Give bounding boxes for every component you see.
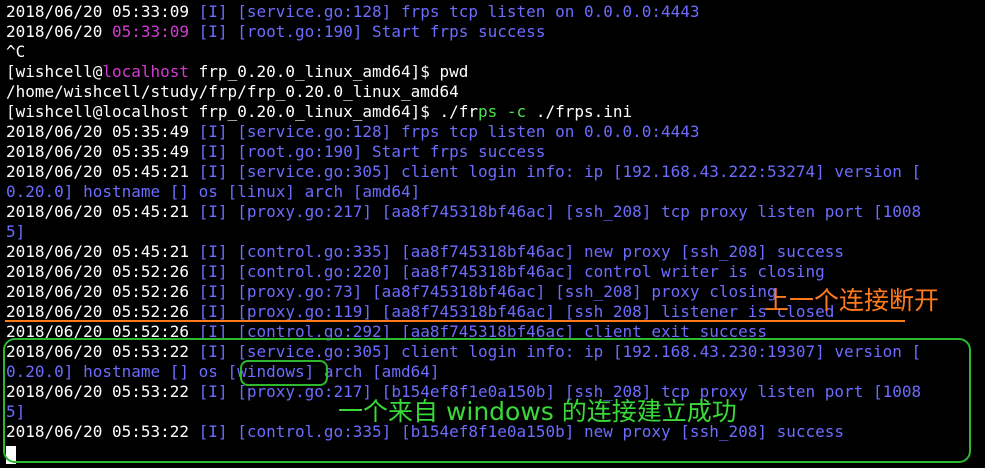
terminal-segment: [I] [proxy.go:119] [aa8f745318bf46ac] [s… <box>198 302 835 321</box>
terminal-window[interactable]: 2018/06/20 05:33:09 [I] [service.go:128]… <box>0 0 985 468</box>
terminal-segment: 2018/06/20 05:52:26 <box>6 282 199 301</box>
terminal-segment: [I] [root.go:190] Start frps success <box>198 142 546 161</box>
windows-highlight-box <box>240 360 328 386</box>
terminal-line: [wishcell@localhost frp_0.20.0_linux_amd… <box>6 62 468 82</box>
terminal-segment: frp_0.20.0_linux_amd64]$ pwd <box>189 62 469 81</box>
terminal-line: 2018/06/20 05:33:09 [I] [root.go:190] St… <box>6 22 545 42</box>
terminal-segment: [wishcell@ <box>6 62 103 81</box>
terminal-line: 2018/06/20 05:35:49 [I] [service.go:128]… <box>6 122 700 142</box>
terminal-segment: 2018/06/20 05:35:49 <box>6 142 199 161</box>
terminal-segment: [I] [proxy.go:217] [aa8f745318bf46ac] [s… <box>198 202 922 221</box>
terminal-line: [wishcell@localhost frp_0.20.0_linux_amd… <box>6 102 632 122</box>
terminal-segment: 0.20.0] hostname [] os [linux] arch [amd… <box>6 182 421 201</box>
terminal-segment: 5] <box>6 222 26 241</box>
terminal-line: 2018/06/20 05:45:21 [I] [proxy.go:217] [… <box>6 202 921 222</box>
terminal-segment: localhost <box>102 62 190 81</box>
terminal-segment: [I] [service.go:128] frps tcp listen on … <box>198 2 700 21</box>
terminal-segment: 2018/06/20 05:45:21 <box>6 242 199 261</box>
terminal-line: 2018/06/20 05:52:26 [I] [proxy.go:119] [… <box>6 302 834 322</box>
terminal-segment: 2018/06/20 05:45:21 <box>6 202 199 221</box>
terminal-segment: 05:33:09 <box>111 22 190 41</box>
terminal-line: 5] <box>6 222 25 242</box>
terminal-segment: [I] [proxy.go:73] [aa8f745318bf46ac] [ss… <box>198 282 777 301</box>
terminal-line: 2018/06/20 05:52:26 [I] [proxy.go:73] [a… <box>6 282 777 302</box>
terminal-segment: [I] [control.go:335] [aa8f745318bf46ac] … <box>198 242 845 261</box>
terminal-segment: 2018/06/20 05:52:26 <box>6 302 199 321</box>
terminal-line: 2018/06/20 05:45:21 [I] [control.go:335]… <box>6 242 844 262</box>
terminal-segment: 2018/06/20 05:35:49 <box>6 122 199 141</box>
terminal-segment: [I] [root.go:190] Start frps success <box>189 22 546 41</box>
terminal-segment: 2018/06/20 05:33:09 <box>6 2 199 21</box>
terminal-line: 2018/06/20 05:35:49 [I] [root.go:190] St… <box>6 142 545 162</box>
terminal-segment: [I] [service.go:305] client login info: … <box>198 162 922 181</box>
terminal-line: /home/wishcell/study/frp/frp_0.20.0_linu… <box>6 82 459 102</box>
terminal-segment: 2018/06/20 05:52:26 <box>6 262 199 281</box>
terminal-line: 2018/06/20 05:33:09 [I] [service.go:128]… <box>6 2 700 22</box>
terminal-line: 2018/06/20 05:45:21 [I] [service.go:305]… <box>6 162 921 182</box>
terminal-segment: 2018/06/20 <box>6 22 112 41</box>
terminal-segment: /home/wishcell/study/frp/frp_0.20.0_linu… <box>6 82 459 101</box>
terminal-segment: [I] [service.go:128] frps tcp listen on … <box>198 122 700 141</box>
terminal-line: 2018/06/20 05:52:26 [I] [control.go:220]… <box>6 262 825 282</box>
terminal-segment: 2018/06/20 05:45:21 <box>6 162 199 181</box>
terminal-segment: ./frps.ini <box>526 102 633 121</box>
terminal-segment: ps -c <box>478 102 527 121</box>
terminal-line: 0.20.0] hostname [] os [linux] arch [amd… <box>6 182 420 202</box>
terminal-segment: [I] [control.go:220] [aa8f745318bf46ac] … <box>198 262 825 281</box>
terminal-segment: ^C <box>6 42 26 61</box>
terminal-segment: [wishcell@localhost frp_0.20.0_linux_amd… <box>6 102 479 121</box>
terminal-line: ^C <box>6 42 25 62</box>
success-annotation: 一个来自 windows 的连接建立成功 <box>338 397 737 426</box>
disconnect-underline <box>5 320 905 322</box>
disconnect-annotation: 上一个连接断开 <box>764 286 940 315</box>
